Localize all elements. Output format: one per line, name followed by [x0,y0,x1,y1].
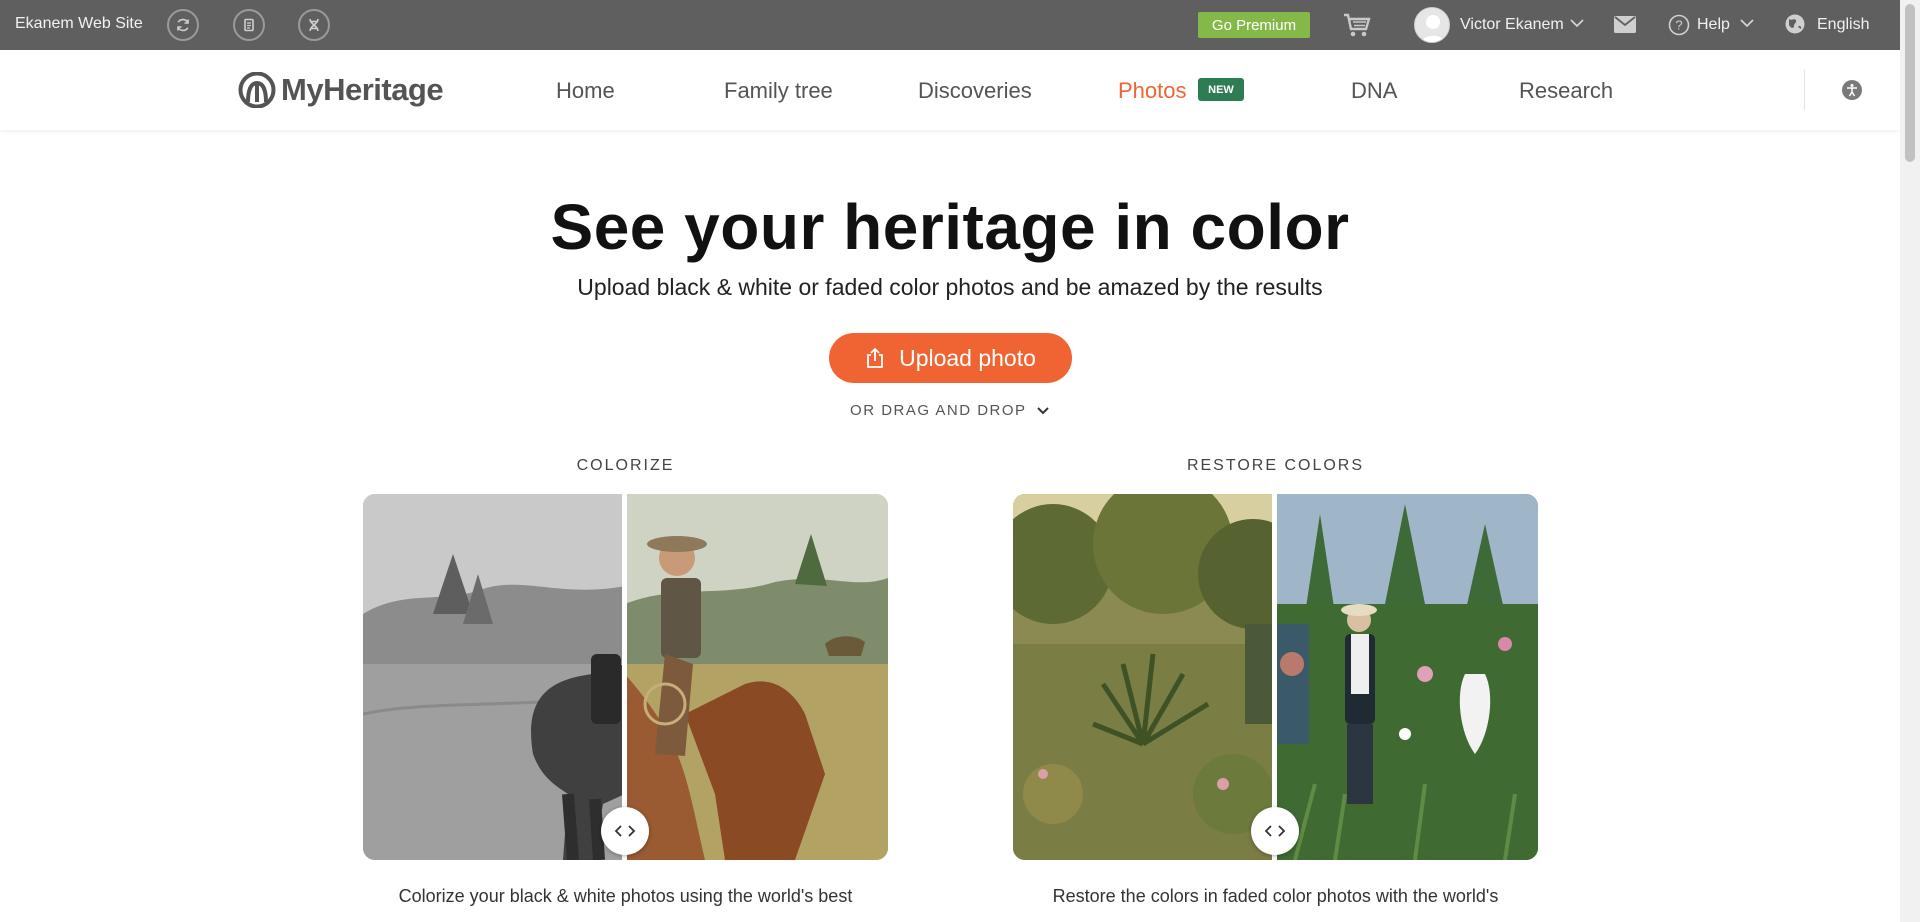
help-icon[interactable]: ? [1668,14,1690,41]
site-name-link[interactable]: Ekanem Web Site [15,15,143,33]
colorize-description: Colorize your black & white photos using… [398,886,853,906]
globe-icon[interactable] [1784,13,1806,40]
nav-research[interactable]: Research [1519,78,1613,104]
cart-icon[interactable] [1342,11,1372,44]
chevron-down-icon [1037,407,1049,415]
colorize-after-image [625,494,888,860]
top-utility-bar: Ekanem Web Site Go Premium Victor Ekanem… [0,0,1920,50]
svg-text:?: ? [1675,18,1682,33]
nav-home[interactable]: Home [556,78,615,104]
colorize-title: COLORIZE [576,457,675,474]
go-premium-button[interactable]: Go Premium [1198,12,1310,38]
main-navigation: MyHeritage Home Family tree Discoveries … [0,50,1900,130]
chevron-down-icon[interactable] [1570,18,1584,28]
restore-after-image [1275,494,1538,860]
nav-family-tree[interactable]: Family tree [724,78,833,104]
restore-before-image [1013,494,1308,860]
mail-icon[interactable] [1614,16,1636,38]
restore-colors-comparison-slider[interactable] [1013,494,1538,860]
nav-discoveries[interactable]: Discoveries [918,78,1032,104]
nav-dna[interactable]: DNA [1351,78,1397,104]
page-subtitle: Upload black & white or faded color phot… [577,274,1323,300]
new-badge: NEW [1198,78,1244,101]
myheritage-logo[interactable]: MyHeritage [237,72,444,108]
restore-colors-title: RESTORE COLORS [1186,457,1365,474]
nav-photos[interactable]: Photos [1118,78,1187,104]
dna-icon[interactable] [298,9,330,41]
sync-icon[interactable] [167,9,199,41]
upload-photo-label: Upload photo [899,344,1036,371]
logo-icon [238,72,276,108]
page-title: See your heritage in color [550,191,1350,263]
compare-arrows-icon[interactable] [601,807,649,855]
document-icon[interactable] [233,9,265,41]
compare-arrows-icon[interactable] [1251,807,1299,855]
language-selector[interactable]: English [1817,16,1869,34]
upload-photo-button[interactable]: Upload photo [829,333,1072,383]
drag-and-drop-label: OR DRAG AND DROP [850,402,1027,419]
user-menu[interactable]: Victor Ekanem [1460,16,1564,34]
avatar[interactable] [1414,7,1450,43]
nav-divider [1804,70,1805,110]
drag-and-drop-toggle[interactable]: OR DRAG AND DROP [0,402,1900,419]
slider-divider[interactable] [1272,494,1277,860]
colorize-comparison-slider[interactable] [363,494,888,860]
accessibility-icon[interactable] [1842,80,1862,100]
scrollbar-thumb[interactable] [1905,4,1915,162]
colorize-before-image [363,494,626,860]
chevron-down-icon[interactable] [1740,18,1754,28]
logo-text: MyHeritage [281,72,444,107]
page-scrollbar[interactable] [1900,0,1920,922]
slider-divider[interactable] [622,494,627,860]
help-menu[interactable]: Help [1697,16,1730,34]
restore-colors-description: Restore the colors in faded color photos… [1052,886,1499,906]
upload-icon [867,347,883,368]
